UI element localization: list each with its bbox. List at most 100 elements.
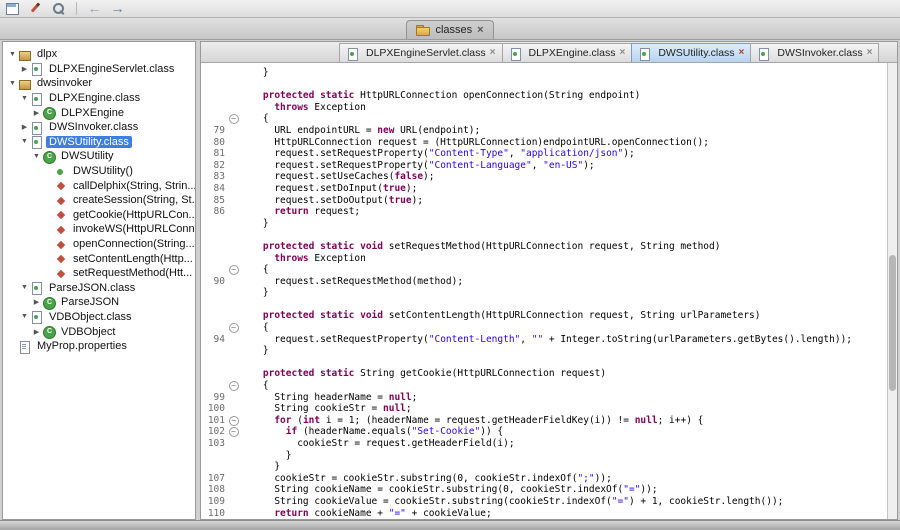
search-icon[interactable] (51, 1, 66, 16)
fold-gutter (227, 403, 240, 415)
tree-item-label: invokeWS(HttpURLConn... (70, 223, 196, 235)
fold-gutter (227, 148, 240, 160)
expanded-arrow-icon[interactable] (7, 51, 18, 58)
fold-gutter (227, 357, 240, 369)
code-line: 83 request.setUseCaches(false); (201, 171, 887, 183)
code-line: 79 URL endpointURL = new URL(endpoint); (201, 125, 887, 137)
fold-collapse-icon[interactable] (227, 113, 240, 125)
tree-item[interactable]: VDBObject (3, 324, 195, 339)
tree-item[interactable]: ParseJSON (3, 295, 195, 310)
forward-icon[interactable] (110, 1, 125, 16)
tree-item[interactable]: dlpx (3, 47, 195, 62)
expanded-arrow-icon[interactable] (19, 138, 30, 145)
editor-tab[interactable]: DLPXEngineServlet.class (339, 43, 503, 62)
tree-item[interactable]: MyProp.properties (3, 339, 195, 354)
line-number (201, 90, 227, 102)
editor-tab[interactable]: DWSUtility.class (631, 43, 751, 62)
editor-tab[interactable]: DLPXEngine.class (502, 43, 633, 62)
tree-item-label: DWSInvoker.class (46, 121, 141, 133)
line-number (201, 450, 227, 462)
code-text: } (240, 67, 887, 79)
fold-gutter (227, 137, 240, 149)
line-number (201, 102, 227, 114)
collapsed-arrow-icon[interactable] (31, 328, 42, 336)
vertical-scrollbar[interactable] (887, 63, 897, 519)
code-line: protected static HttpURLConnection openC… (201, 90, 887, 102)
expanded-arrow-icon[interactable] (19, 95, 30, 102)
expanded-arrow-icon[interactable] (31, 153, 42, 160)
code-text (240, 229, 887, 241)
tree-item[interactable]: createSession(String, St... (3, 193, 195, 208)
class-tree[interactable]: dlpxDLPXEngineServlet.classdwsinvokerDLP… (2, 41, 196, 520)
fold-collapse-icon[interactable] (227, 322, 240, 334)
collapsed-arrow-icon[interactable] (31, 298, 42, 306)
line-number: 108 (201, 484, 227, 496)
tree-item[interactable]: DLPXEngine (3, 105, 195, 120)
fold-collapse-icon[interactable] (227, 415, 240, 427)
classfile-icon (30, 310, 43, 323)
close-icon[interactable] (477, 25, 483, 36)
close-icon[interactable] (490, 48, 496, 58)
code-text: return request; (240, 206, 887, 218)
line-number: 103 (201, 438, 227, 450)
code-line: } (201, 461, 887, 473)
code-line: 109 String cookieValue = cookieStr.subst… (201, 496, 887, 508)
tree-item[interactable]: DLPXEngineServlet.class (3, 62, 195, 77)
scrollbar-thumb[interactable] (889, 255, 896, 392)
code-view[interactable]: } protected static HttpURLConnection ope… (201, 63, 887, 519)
line-number (201, 113, 227, 125)
tree-item[interactable]: DWSInvoker.class (3, 120, 195, 135)
fold-gutter (227, 345, 240, 357)
expanded-arrow-icon[interactable] (7, 80, 18, 87)
code-text: if (headerName.equals("Set-Cookie")) { (240, 426, 887, 438)
close-icon[interactable] (619, 48, 625, 58)
fold-gutter (227, 241, 240, 253)
main-tabbar: classes (0, 18, 900, 40)
tree-item[interactable]: DWSUtility() (3, 164, 195, 179)
fold-gutter (227, 334, 240, 346)
line-number: 85 (201, 195, 227, 207)
collapsed-arrow-icon[interactable] (31, 109, 42, 117)
brush-icon[interactable] (28, 1, 43, 16)
fold-collapse-icon[interactable] (227, 380, 240, 392)
code-line: 101 for (int i = 1; (headerName = reques… (201, 415, 887, 427)
tree-item[interactable]: getCookie(HttpURLCon... (3, 208, 195, 223)
tree-item[interactable]: invokeWS(HttpURLConn... (3, 222, 195, 237)
close-icon[interactable] (867, 48, 873, 58)
tree-item[interactable]: dwsinvoker (3, 76, 195, 91)
collapsed-arrow-icon[interactable] (19, 65, 30, 73)
tree-item[interactable]: setContentLength(Http... (3, 251, 195, 266)
line-number (201, 345, 227, 357)
expanded-arrow-icon[interactable] (19, 313, 30, 320)
tree-item[interactable]: DLPXEngine.class (3, 91, 195, 106)
fold-gutter (227, 253, 240, 265)
tree-item[interactable]: openConnection(String... (3, 237, 195, 252)
tree-item[interactable]: callDelphix(String, Strin... (3, 178, 195, 193)
tree-item[interactable]: ParseJSON.class (3, 281, 195, 296)
class-icon (42, 106, 55, 119)
fold-gutter (227, 67, 240, 79)
editor-tab[interactable]: DWSInvoker.class (750, 43, 879, 62)
tree-item[interactable]: DWSUtility (3, 149, 195, 164)
tab-classes[interactable]: classes (406, 20, 493, 39)
back-icon[interactable] (87, 1, 102, 16)
class-icon (42, 150, 55, 163)
editor-tab-label: DWSInvoker.class (777, 47, 862, 59)
tree-item-label: ParseJSON.class (46, 282, 138, 294)
tree-item[interactable]: setRequestMethod(Htt... (3, 266, 195, 281)
tree-item[interactable]: DWSUtility.class (3, 135, 195, 150)
fold-collapse-icon[interactable] (227, 264, 240, 276)
expanded-arrow-icon[interactable] (19, 284, 30, 291)
collapsed-arrow-icon[interactable] (19, 123, 30, 131)
window-icon[interactable] (5, 1, 20, 16)
line-number: 79 (201, 125, 227, 137)
line-number: 107 (201, 473, 227, 485)
code-line: protected static void setContentLength(H… (201, 310, 887, 322)
tree-item[interactable]: VDBObject.class (3, 310, 195, 325)
close-icon[interactable] (739, 48, 745, 58)
code-text: protected static void setRequestMethod(H… (240, 241, 887, 253)
fold-collapse-icon[interactable] (227, 426, 240, 438)
tree-item-label: VDBObject (58, 326, 118, 338)
code-line: 99 String headerName = null; (201, 392, 887, 404)
method-icon (54, 223, 67, 236)
